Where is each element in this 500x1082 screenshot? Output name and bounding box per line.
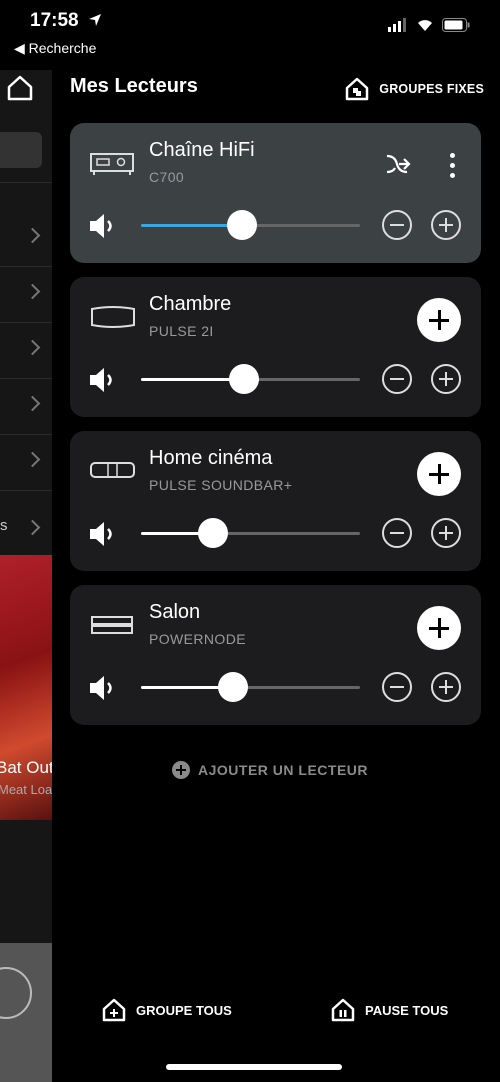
player-card-chambre[interactable]: Chambre PULSE 2I [70,277,481,417]
volume-slider[interactable] [141,518,360,548]
volume-slider[interactable] [141,364,360,394]
add-player-label: AJOUTER UN LECTEUR [198,762,369,778]
pause-home-icon [331,998,355,1022]
add-circle-icon [172,761,190,779]
library-side-panel[interactable]: s Bat Out Meat Loa [0,70,52,1082]
page-title: Mes Lecteurs [70,75,198,97]
speaker-icon[interactable] [88,673,118,703]
volume-slider[interactable] [141,672,360,702]
album-artist: Meat Loa [0,782,52,797]
chevron-right-icon [24,451,41,468]
chevron-right-icon [24,519,41,536]
status-time: 17:58 [30,10,79,31]
add-player-button[interactable]: AJOUTER UN LECTEUR [172,761,368,779]
volume-down-button[interactable] [382,364,412,394]
divider [0,182,52,183]
player-card-chaine-hifi[interactable]: Chaîne HiFi C700 [70,123,481,263]
powernode-icon [91,616,133,634]
soundbar-icon [90,462,135,478]
group-add-home-icon [102,998,126,1022]
volume-down-button[interactable] [382,672,412,702]
more-options-icon[interactable] [450,153,455,183]
volume-up-button[interactable] [431,672,461,702]
player-model: PULSE SOUNDBAR+ [149,477,293,493]
pulse-speaker-icon [91,306,135,328]
pause-all-button[interactable]: PAUSE TOUS [331,998,448,1022]
chevron-right-icon [24,395,41,412]
volume-row [70,511,481,555]
volume-row [70,665,481,709]
volume-thumb[interactable] [217,672,248,702]
mini-player[interactable] [0,943,52,1082]
pause-all-label: PAUSE TOUS [365,1002,449,1018]
group-all-button[interactable]: GROUPE TOUS [102,998,232,1022]
player-card-home-cinema[interactable]: Home cinéma PULSE SOUNDBAR+ [70,431,481,571]
list-item[interactable] [0,322,52,379]
fixed-groups-button[interactable]: GROUPES FIXES [345,77,484,101]
player-card-salon[interactable]: Salon POWERNODE [70,585,481,725]
volume-slider[interactable] [141,210,360,240]
list-item[interactable] [0,502,52,558]
search-field[interactable] [0,132,42,168]
volume-up-button[interactable] [431,364,461,394]
volume-down-button[interactable] [382,518,412,548]
back-to-search-link[interactable]: ◀ Recherche [14,40,96,57]
amplifier-icon [90,153,134,175]
player-model: POWERNODE [149,631,246,647]
album-title: Bat Out [0,758,52,777]
add-to-group-button[interactable] [417,452,461,496]
list-item[interactable] [0,266,52,323]
add-to-group-button[interactable] [417,298,461,342]
status-indicators [388,18,470,32]
battery-icon [442,18,470,32]
group-home-icon [346,77,369,101]
volume-down-button[interactable] [382,210,412,240]
chevron-right-icon [24,339,41,356]
wifi-icon [418,20,432,31]
add-to-group-button[interactable] [417,606,461,650]
player-name: Chambre [149,293,232,315]
volume-thumb[interactable] [226,210,257,240]
player-name: Salon [149,601,201,623]
list-item[interactable] [0,210,52,267]
transfer-icon[interactable] [385,153,411,175]
fixed-groups-label: GROUPES FIXES [379,82,484,96]
volume-ring-icon[interactable] [0,967,32,1019]
volume-up-button[interactable] [431,518,461,548]
volume-row [70,203,481,247]
volume-up-button[interactable] [431,210,461,240]
speaker-icon[interactable] [88,519,118,549]
speaker-icon[interactable] [88,365,118,395]
section-title: s [0,517,8,534]
volume-thumb[interactable] [228,364,259,394]
volume-row [70,357,481,401]
album-art[interactable] [0,555,52,820]
chevron-right-icon [24,283,41,300]
list-item[interactable] [0,434,52,491]
location-icon [89,14,101,26]
signal-icon [388,18,406,32]
speaker-icon[interactable] [88,211,118,241]
home-icon[interactable] [6,74,34,102]
player-model: PULSE 2I [149,323,214,339]
chevron-right-icon [24,227,41,244]
group-all-label: GROUPE TOUS [136,1002,232,1018]
player-model: C700 [149,169,185,185]
volume-thumb[interactable] [198,518,229,548]
list-item[interactable] [0,378,52,435]
home-indicator[interactable] [166,1064,342,1070]
player-name: Chaîne HiFi [149,139,255,161]
player-name: Home cinéma [149,447,273,469]
